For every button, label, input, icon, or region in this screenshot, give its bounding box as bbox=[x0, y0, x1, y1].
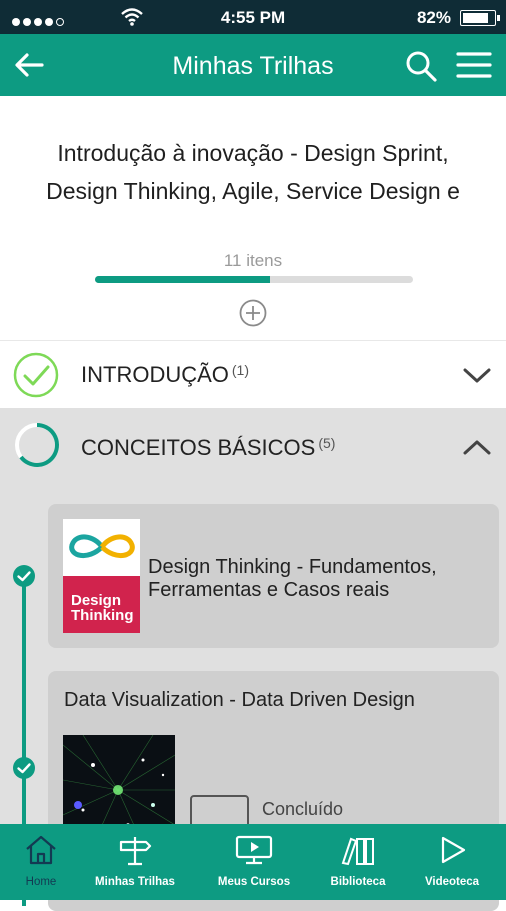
progress-ring-icon bbox=[15, 423, 59, 467]
nav-meus-cursos[interactable]: Meus Cursos bbox=[198, 824, 310, 900]
course-title: Design Thinking - Fundamentos, Ferrament… bbox=[148, 556, 437, 601]
nav-label: Home bbox=[25, 876, 57, 888]
battery-percentage: 82% bbox=[416, 8, 451, 27]
section-introducao[interactable]: INTRODUÇÃO (1) bbox=[0, 340, 506, 409]
section-title-text: CONCEITOS BÁSICOS bbox=[81, 435, 316, 460]
monitor-play-icon bbox=[235, 835, 273, 865]
chevron-down-icon[interactable] bbox=[462, 365, 492, 385]
nav-minhas-trilhas[interactable]: Minhas Trilhas bbox=[82, 824, 188, 900]
trail-title: Introdução à inovação - Design Sprint, D… bbox=[46, 140, 460, 204]
nav-label: Biblioteca bbox=[330, 876, 386, 888]
course-title: Data Visualization - Data Driven Design bbox=[64, 689, 415, 711]
nav-biblioteca[interactable]: Biblioteca bbox=[318, 824, 398, 900]
signpost-icon bbox=[119, 837, 152, 866]
timeline-check-icon bbox=[13, 757, 35, 779]
nav-label: Videoteca bbox=[424, 876, 480, 888]
menu-icon[interactable] bbox=[456, 50, 492, 80]
items-count: 11 itens bbox=[223, 251, 283, 270]
section-count: (5) bbox=[318, 435, 336, 451]
trail-header: Introdução à inovação - Design Sprint, D… bbox=[0, 96, 506, 340]
nav-videoteca[interactable]: Videoteca bbox=[410, 824, 494, 900]
trail-progress-bar bbox=[95, 276, 413, 283]
section-title[interactable]: CONCEITOS BÁSICOS (5) bbox=[81, 435, 335, 461]
chevron-up-icon[interactable] bbox=[462, 438, 492, 458]
search-icon[interactable] bbox=[404, 49, 438, 83]
home-icon bbox=[26, 835, 56, 865]
section-title-text: INTRODUÇÃO bbox=[81, 362, 229, 387]
app-bar: Minhas Trilhas bbox=[0, 34, 506, 96]
bottom-navigation: Home Minhas Trilhas Meus Cursos Bibliote… bbox=[0, 824, 506, 900]
books-icon bbox=[341, 837, 374, 866]
battery-icon bbox=[460, 10, 500, 26]
course-thumbnail: Design Thinking bbox=[63, 519, 140, 633]
nav-home[interactable]: Home bbox=[0, 824, 82, 900]
infinity-logo bbox=[69, 534, 135, 558]
nav-label: Minhas Trilhas bbox=[95, 876, 175, 888]
timeline-check-icon bbox=[13, 565, 35, 587]
thumbnail-label: Design Thinking bbox=[63, 576, 140, 633]
status-bar: 4:55 PM 82% bbox=[0, 0, 506, 34]
check-circle-icon bbox=[13, 352, 59, 398]
play-icon bbox=[441, 836, 466, 864]
completion-status: Concluído bbox=[262, 799, 344, 819]
add-circle-icon[interactable] bbox=[238, 298, 268, 328]
section-count: (1) bbox=[231, 362, 250, 378]
nav-label: Meus Cursos bbox=[217, 876, 291, 888]
section-title: INTRODUÇÃO (1) bbox=[81, 362, 249, 388]
course-card[interactable]: Design Thinking Design Thinking - Fundam… bbox=[48, 504, 499, 648]
